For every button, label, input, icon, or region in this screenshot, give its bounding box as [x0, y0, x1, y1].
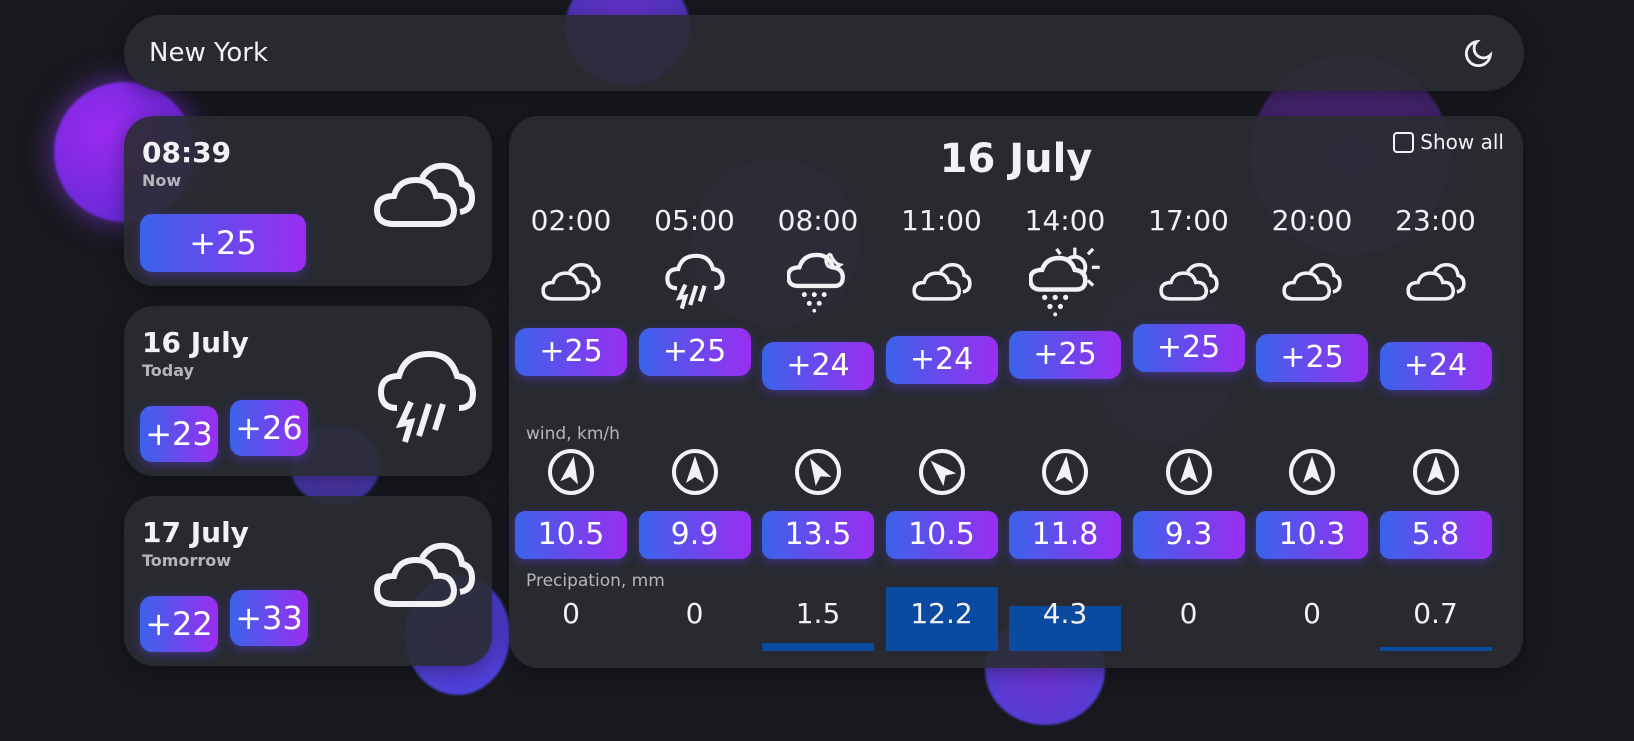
hour-temp-badge: +25	[1009, 331, 1121, 379]
tomorrow-card[interactable]: 17 July Tomorrow +22 +33	[124, 496, 492, 666]
hour-temp-badge: +25	[1132, 324, 1245, 372]
wind-direction-icon	[1165, 448, 1213, 496]
hour-time-label: 17:00	[1148, 204, 1229, 237]
hour-temp-badge: +24	[762, 342, 874, 390]
wind-speed-badge: 10.3	[1256, 511, 1368, 559]
precipitation-value: 0	[1179, 597, 1198, 630]
wind-direction-icon	[918, 448, 966, 496]
rain-sun-icon	[1008, 237, 1122, 325]
wind-direction-icon	[1288, 448, 1336, 496]
hour-time-label: 11:00	[901, 204, 982, 237]
hour-temp-badge: +25	[515, 328, 627, 376]
clouds-icon	[885, 237, 999, 325]
now-temp-badge: +25	[140, 214, 306, 272]
wind-speed-badge: 13.5	[762, 511, 874, 559]
tomorrow-max-temp-badge: +33	[230, 590, 308, 646]
hour-temp-badge: +24	[1379, 342, 1492, 390]
thunderstorm-rain-icon	[377, 346, 477, 450]
wind-speed-badge: 11.8	[1009, 511, 1121, 559]
precipitation-bar	[1379, 647, 1492, 651]
clouds-icon	[1379, 237, 1493, 325]
thunderstorm-rain-icon	[638, 237, 752, 325]
precipitation-cell: 0.7	[1379, 587, 1492, 651]
rain-night-icon	[761, 237, 875, 325]
hourly-forecast-panel: Show all 16 July wind, km/h Precipation,…	[509, 116, 1523, 668]
search-bar	[124, 15, 1524, 91]
today-card[interactable]: 16 July Today +23 +26	[124, 306, 492, 476]
wind-direction-icon	[1041, 448, 1089, 496]
hour-column: 02:00	[514, 204, 628, 325]
precipitation-value: 0	[685, 597, 704, 630]
wind-direction-icon	[671, 448, 719, 496]
now-card[interactable]: 08:39 Now +25	[124, 116, 492, 286]
precipitation-value: 4.3	[1042, 597, 1088, 630]
wind-section-label: wind, km/h	[526, 424, 620, 444]
wind-speed-badge: 9.9	[638, 511, 751, 559]
precipitation-cell: 0	[639, 587, 751, 651]
hour-column: 23:00	[1379, 204, 1493, 325]
clouds-icon	[1255, 237, 1369, 325]
precipitation-bar	[762, 643, 874, 651]
precipitation-value: 0.7	[1413, 597, 1458, 630]
clouds-icon	[372, 536, 477, 615]
hour-time-label: 20:00	[1271, 204, 1353, 237]
precipitation-cell: 0	[1133, 587, 1245, 651]
hour-time-label: 02:00	[530, 204, 612, 237]
today-max-temp-badge: +26	[230, 400, 308, 456]
precipitation-value: 12.2	[910, 597, 973, 630]
precipitation-cell: 12.2	[885, 587, 998, 651]
hour-column: 08:00	[761, 204, 875, 325]
wind-direction-icon	[1412, 448, 1460, 496]
precipitation-value: 0	[562, 597, 580, 630]
wind-speed-badge: 10.5	[885, 511, 998, 559]
today-min-temp-badge: +23	[140, 406, 218, 462]
tomorrow-min-temp-badge: +22	[140, 596, 218, 652]
clouds-icon	[1132, 237, 1246, 325]
precipitation-cell: 1.5	[762, 587, 874, 651]
precipitation-value: 0	[1303, 597, 1321, 630]
hour-temp-badge: +24	[885, 336, 998, 384]
hour-time-label: 05:00	[654, 204, 735, 237]
theme-toggle-button[interactable]	[1459, 33, 1499, 73]
wind-speed-badge: 5.8	[1379, 511, 1492, 559]
clouds-icon	[372, 156, 477, 235]
precipitation-value: 1.5	[795, 597, 841, 630]
precipitation-cell: 4.3	[1009, 587, 1121, 651]
precipitation-cell: 0	[515, 587, 627, 651]
wind-speed-badge: 10.5	[515, 511, 627, 559]
clouds-icon	[514, 237, 628, 325]
moon-icon	[1464, 39, 1493, 68]
hour-temp-badge: +25	[638, 328, 751, 376]
wind-direction-icon	[794, 448, 842, 496]
hour-temp-badge: +25	[1256, 334, 1368, 382]
wind-speed-badge: 9.3	[1132, 511, 1245, 559]
hour-column: 05:00	[638, 204, 752, 325]
hour-time-label: 08:00	[777, 204, 859, 237]
hour-column: 14:00	[1008, 204, 1122, 325]
hour-column: 17:00	[1132, 204, 1246, 325]
forecast-day-title: 16 July	[939, 136, 1093, 182]
hour-column: 20:00	[1255, 204, 1369, 325]
wind-direction-icon	[547, 448, 595, 496]
precipitation-cell: 0	[1256, 587, 1368, 651]
hour-column: 11:00	[885, 204, 999, 325]
city-search-input[interactable]	[149, 38, 1459, 68]
hour-time-label: 23:00	[1395, 204, 1476, 237]
hour-time-label: 14:00	[1024, 204, 1106, 237]
